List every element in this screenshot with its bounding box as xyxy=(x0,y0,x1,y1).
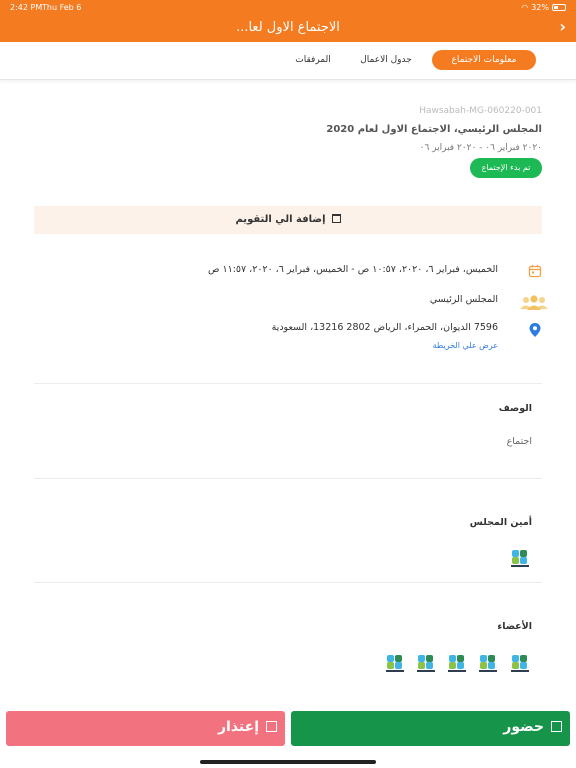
divider xyxy=(34,383,542,384)
logo-wordmark xyxy=(479,670,497,672)
member-avatar[interactable] xyxy=(386,655,404,675)
logo-square xyxy=(520,655,527,662)
logo-square xyxy=(512,655,519,662)
chevron-right-icon[interactable]: › xyxy=(559,17,566,36)
tab-meeting-info[interactable]: معلومات الاجتماع xyxy=(432,50,536,70)
logo-square xyxy=(488,662,495,669)
logo-square xyxy=(512,550,519,557)
logo-square xyxy=(520,662,527,669)
app-header: 2:42 PM Thu Feb 6 ◠ 32% الاجتماع الاول ل… xyxy=(0,0,576,42)
logo-square xyxy=(457,662,464,669)
meeting-datetime: الخميس، فبراير ٦، ٢٠٢٠، ١٠:٥٧ ص - الخميس… xyxy=(207,264,498,275)
excuse-button[interactable]: إعتذار xyxy=(6,711,285,746)
excuse-checkbox[interactable] xyxy=(266,721,277,732)
logo-square xyxy=(426,662,433,669)
calendar-icon xyxy=(331,214,341,223)
location-row: 7596 الديوان، الحمراء، الرياض 2802 13216… xyxy=(42,322,542,352)
logo-square xyxy=(512,557,519,564)
logo-square xyxy=(449,662,456,669)
battery-icon xyxy=(552,4,566,11)
page-title: الاجتماع الاول لعا... xyxy=(236,20,340,35)
logo-square xyxy=(418,662,425,669)
logo-square xyxy=(387,662,394,669)
add-to-calendar-button[interactable]: إضافة الي التقويم xyxy=(34,206,542,234)
council-row: المجلس الرئيسي xyxy=(42,294,548,312)
home-indicator xyxy=(200,760,376,764)
logo-square xyxy=(395,655,402,662)
logo-square xyxy=(520,550,527,557)
logo-square xyxy=(457,655,464,662)
logo-square xyxy=(480,655,487,662)
calendar-icon xyxy=(528,265,542,278)
description-heading: الوصف xyxy=(498,403,532,414)
tab-agenda[interactable]: جدول الاعمال xyxy=(356,50,416,70)
secretary-avatar[interactable] xyxy=(511,550,529,570)
member-avatar[interactable] xyxy=(448,655,466,675)
logo-square xyxy=(387,655,394,662)
logo-wordmark xyxy=(511,565,529,567)
logo-wordmark xyxy=(448,670,466,672)
divider xyxy=(34,478,542,479)
meeting-datetime-row: الخميس، فبراير ٦، ٢٠٢٠، ١٠:٥٧ ص - الخميس… xyxy=(42,264,542,282)
member-avatar[interactable] xyxy=(511,655,529,675)
status-time: 2:42 PM xyxy=(10,3,43,12)
group-icon xyxy=(520,295,548,310)
status-badge: تم بدء الإجتماع xyxy=(470,158,542,178)
secretary-heading: أمين المجلس xyxy=(469,517,532,528)
member-avatar[interactable] xyxy=(417,655,435,675)
view-on-map-link[interactable]: عرض علي الخريطة xyxy=(433,341,498,350)
location-pin-icon xyxy=(529,323,541,337)
divider xyxy=(34,582,542,583)
description-text: اجتماع xyxy=(506,436,532,447)
status-bar: 2:42 PM Thu Feb 6 ◠ 32% xyxy=(0,0,576,14)
logo-square xyxy=(480,662,487,669)
add-to-calendar-label: إضافة الي التقويم xyxy=(235,214,326,225)
tab-bar: معلومات الاجتماع جدول الاعمال المرفقات xyxy=(0,42,576,80)
meeting-title: المجلس الرئيسي، الاجتماع الاول لعام 2020 xyxy=(326,124,542,135)
status-date: Thu Feb 6 xyxy=(42,3,82,12)
meeting-code: Hawsabah-MG-060220-001 xyxy=(419,106,542,116)
logo-wordmark xyxy=(417,670,435,672)
status-indicators: ◠ 32% xyxy=(521,3,566,12)
member-avatar[interactable] xyxy=(479,655,497,675)
logo-square xyxy=(449,655,456,662)
meeting-address: 7596 الديوان، الحمراء، الرياض 2802 13216… xyxy=(271,322,498,333)
attend-checkbox[interactable] xyxy=(551,721,562,732)
excuse-label: إعتذار xyxy=(217,719,259,735)
logo-square xyxy=(512,662,519,669)
members-heading: الأعضاء xyxy=(497,621,532,632)
logo-wordmark xyxy=(386,670,404,672)
attend-label: حضور xyxy=(503,719,544,735)
logo-square xyxy=(426,655,433,662)
tab-attachments[interactable]: المرفقات xyxy=(288,50,338,70)
logo-square xyxy=(520,557,527,564)
battery-percent: 32% xyxy=(531,3,549,12)
meeting-dates: ٢٠٢٠ فبراير ٠٦ - ٢٠٢٠ فبراير ٠٦ xyxy=(419,143,542,153)
council-name: المجلس الرئيسي xyxy=(429,294,498,305)
logo-wordmark xyxy=(511,670,529,672)
logo-square xyxy=(395,662,402,669)
wifi-icon: ◠ xyxy=(521,3,529,12)
attend-button[interactable]: حضور xyxy=(291,711,570,746)
logo-square xyxy=(488,655,495,662)
add-to-calendar-content: إضافة الي التقويم xyxy=(34,214,542,225)
logo-square xyxy=(418,655,425,662)
